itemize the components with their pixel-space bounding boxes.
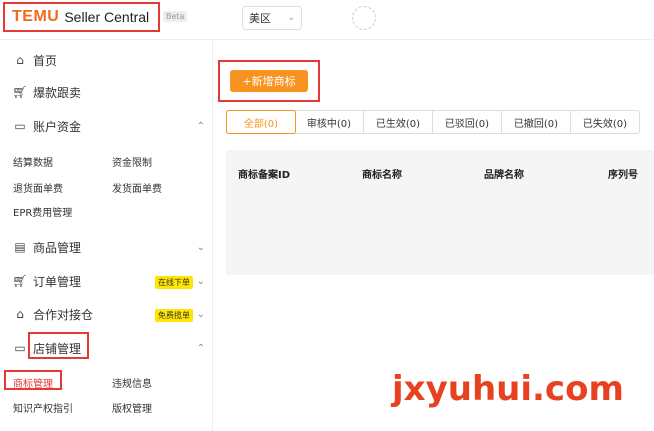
chevron-up-icon: ⌃	[196, 342, 205, 354]
sidebar-item-label: 商品管理	[33, 240, 82, 255]
tab-reviewing[interactable]: 审核中(0)	[295, 111, 364, 133]
chevron-down-icon: ⌄	[196, 275, 205, 287]
sidebar-item-product-management[interactable]: ▤ 商品管理 ⌄	[0, 233, 213, 261]
online-order-badge: 在线下单	[155, 276, 193, 289]
sub-item-violation-info[interactable]: 违规信息	[112, 375, 152, 390]
region-value: 美区	[249, 12, 271, 25]
logo-product: Seller Central	[64, 9, 150, 25]
sidebar-item-order-management[interactable]: 🛒︎ 订单管理 在线下单 ⌄	[0, 267, 213, 295]
product-icon: ▤	[14, 240, 26, 254]
sidebar-item-label: 首页	[33, 53, 58, 68]
tab-expired[interactable]: 已失效(0)	[571, 111, 639, 133]
sub-item-ip-guide[interactable]: 知识产权指引	[13, 400, 73, 415]
trademark-table: 商标备案ID 商标名称 品牌名称 序列号	[226, 150, 654, 275]
globe-icon	[352, 6, 376, 30]
logo[interactable]: TEMU Seller Central	[3, 2, 160, 32]
chevron-down-icon: ⌄	[196, 241, 205, 253]
tab-rejected[interactable]: 已驳回(0)	[433, 111, 502, 133]
sidebar: ⌂ 首页 🛒︎ 爆款跟卖 ▭ 账户资金 ⌃ 结算数据 资金限制 退货面单费 发货…	[0, 40, 213, 431]
sidebar-item-account-funds[interactable]: ▭ 账户资金 ⌃	[0, 112, 213, 140]
logo-brand: TEMU	[12, 8, 60, 25]
beta-badge: Beta	[163, 11, 188, 22]
sidebar-item-home[interactable]: ⌂ 首页	[0, 46, 213, 74]
home-icon: ⌂	[16, 53, 24, 67]
tab-effective[interactable]: 已生效(0)	[364, 111, 433, 133]
sidebar-item-partner-warehouse[interactable]: ⌂ 合作对接仓 免费揽单 ⌄	[0, 300, 213, 328]
sub-item-fund-limit[interactable]: 资金限制	[112, 154, 152, 169]
sidebar-item-label: 订单管理	[33, 274, 82, 289]
region-select[interactable]: 美区 ⌄	[242, 6, 302, 30]
chevron-down-icon: ⌄	[287, 13, 295, 23]
warehouse-icon: ⌂	[16, 307, 24, 321]
sidebar-item-label: 合作对接仓	[33, 307, 94, 322]
chevron-down-icon: ⌄	[196, 308, 205, 320]
add-trademark-button[interactable]: +新增商标	[230, 70, 308, 92]
cart-icon: 🛒︎	[12, 85, 28, 99]
column-header-trademark-name: 商标名称	[362, 170, 402, 181]
sub-item-copyright-management[interactable]: 版权管理	[112, 400, 152, 415]
sub-item-epr-fee[interactable]: EPR费用管理	[13, 204, 72, 219]
sidebar-item-store-management[interactable]: ▭ 店铺管理 ⌃	[0, 332, 213, 362]
status-tabs: 全部(0) 审核中(0) 已生效(0) 已驳回(0) 已撤回(0) 已失效(0)	[226, 110, 640, 134]
sub-item-ship-label-fee[interactable]: 发货面单费	[112, 180, 162, 195]
column-header-trademark-id: 商标备案ID	[238, 170, 291, 181]
column-header-brand-name: 品牌名称	[484, 170, 524, 181]
sidebar-item-label: 爆款跟卖	[33, 85, 82, 100]
sidebar-item-label: 账户资金	[33, 119, 82, 134]
tab-all[interactable]: 全部(0)	[226, 110, 296, 134]
free-pickup-badge: 免费揽单	[155, 309, 193, 322]
column-header-serial-number: 序列号	[608, 170, 638, 181]
store-icon: ▭	[14, 341, 26, 355]
sub-item-return-label-fee[interactable]: 退货面单费	[13, 180, 63, 195]
tab-withdrawn[interactable]: 已撤回(0)	[502, 111, 571, 133]
store-management-highlight	[28, 332, 89, 359]
add-button-highlight: +新增商标	[218, 60, 320, 102]
watermark-text: jxyuhui.com	[392, 369, 624, 409]
top-header: TEMU Seller Central Beta 美区 ⌄	[0, 0, 654, 40]
sub-item-trademark-management[interactable]: 商标管理	[13, 375, 53, 390]
chevron-up-icon: ⌃	[196, 120, 205, 132]
order-cart-icon: 🛒︎	[12, 274, 28, 288]
sub-item-settlement[interactable]: 结算数据	[13, 154, 53, 169]
sidebar-item-hot-sale[interactable]: 🛒︎ 爆款跟卖	[0, 78, 213, 106]
wallet-icon: ▭	[14, 119, 26, 133]
